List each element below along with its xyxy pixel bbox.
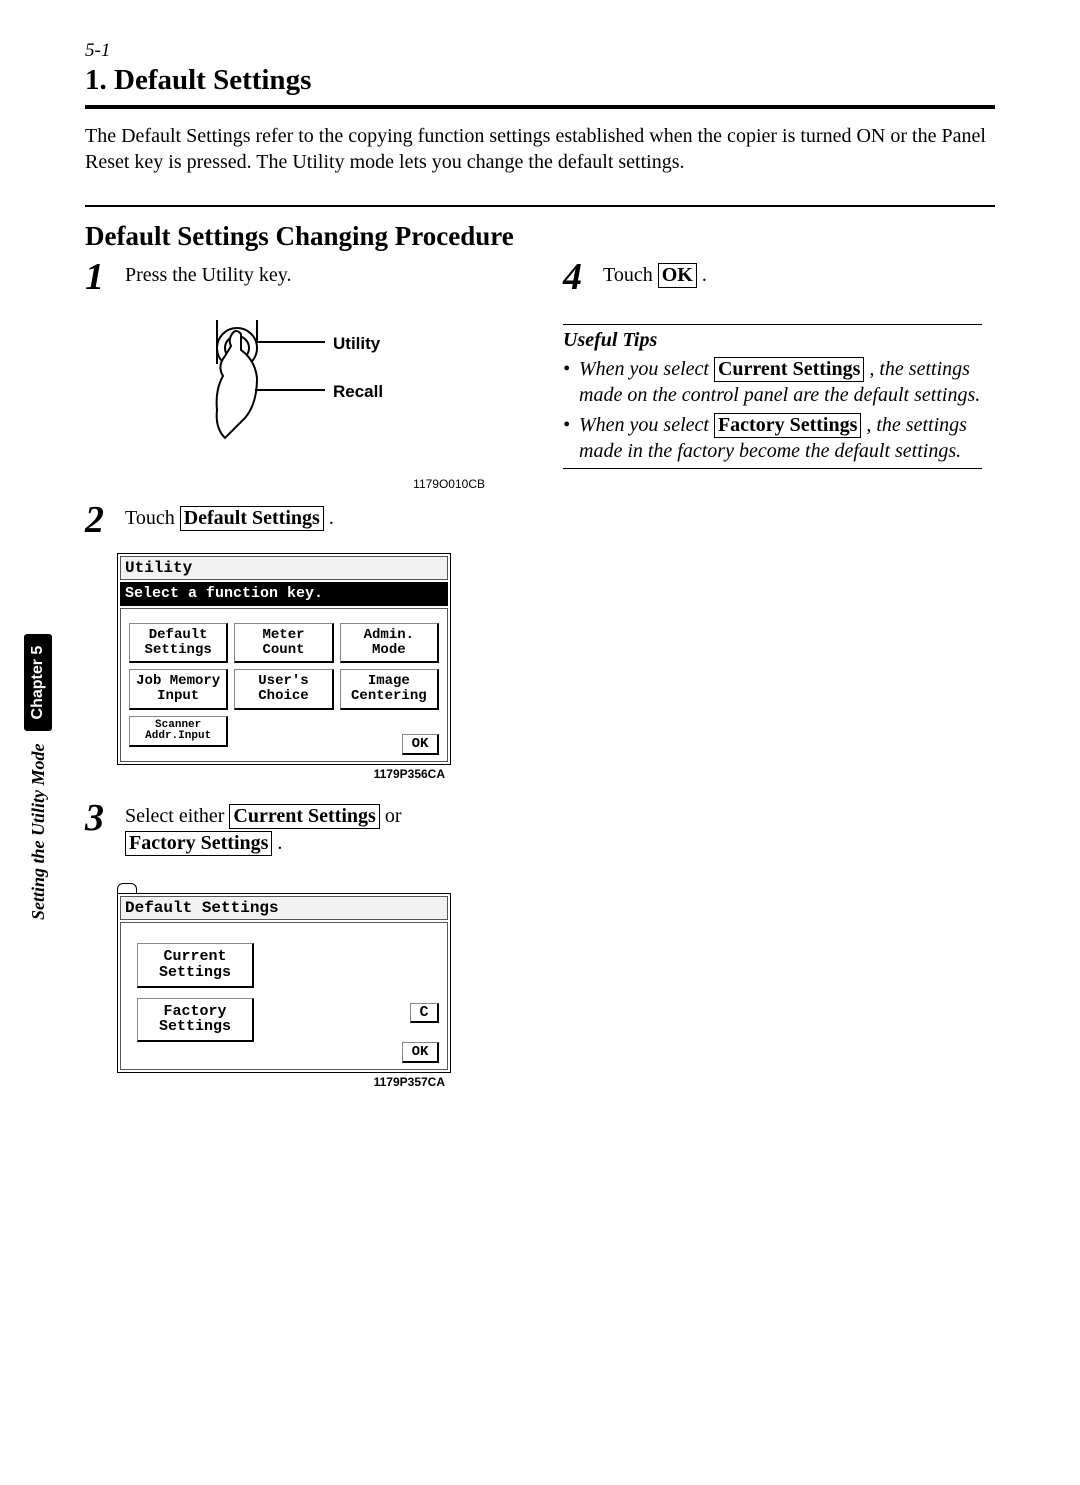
lcd-button-image-centering[interactable]: ImageCentering [340, 669, 439, 709]
factory-settings-box: Factory Settings [714, 413, 861, 438]
tips-rule-bottom [563, 468, 982, 469]
useful-tips-heading: Useful Tips [563, 329, 995, 352]
step-text-fragment: . [272, 832, 282, 854]
figure-code: 1179P356CA [117, 767, 445, 781]
lcd-button-meter-count[interactable]: MeterCount [234, 623, 333, 663]
page-title: 1. Default Settings [85, 64, 995, 97]
utility-key-illustration: Utility Recall [195, 320, 517, 475]
tip-text-fragment: When you select [579, 414, 714, 436]
side-tab-chapter: Chapter 5 [24, 634, 52, 732]
recall-label: Recall [333, 382, 383, 402]
step-text: Touch Default Settings . [125, 501, 334, 532]
step-text: Press the Utility key. [125, 258, 291, 289]
default-settings-box: Default Settings [180, 506, 324, 531]
figure-code: 1179P357CA [117, 1075, 445, 1089]
section-heading: Default Settings Changing Procedure [85, 221, 995, 252]
current-settings-box: Current Settings [229, 804, 379, 829]
tip-2: • When you select Factory Settings , the… [563, 412, 995, 464]
lcd-button-users-choice[interactable]: User'sChoice [234, 669, 333, 709]
step-number: 1 [85, 258, 113, 296]
step-number: 4 [563, 258, 591, 296]
lcd-tab [117, 883, 137, 894]
title-rule [85, 105, 995, 109]
utility-lcd-panel: Utility Select a function key. DefaultSe… [117, 553, 451, 781]
step-text-fragment: Select either [125, 805, 229, 827]
chapter-side-tab: Setting the Utility Mode Chapter 5 [24, 634, 52, 920]
step-number: 2 [85, 501, 113, 539]
lcd-ok-button[interactable]: OK [402, 1042, 439, 1063]
lcd-button-admin-mode[interactable]: Admin.Mode [340, 623, 439, 663]
lcd-ok-button[interactable]: OK [402, 734, 439, 755]
step-text-fragment: or [380, 805, 402, 827]
figure-code: 1179O010CB [85, 477, 485, 491]
step-text-fragment: Touch [125, 507, 180, 529]
lcd-button-default-settings[interactable]: DefaultSettings [129, 623, 228, 663]
step-text: Touch OK . [603, 258, 707, 289]
bullet-icon: • [563, 356, 570, 382]
bullet-icon: • [563, 412, 570, 438]
lcd-title: Default Settings [120, 896, 448, 920]
step-4: 4 Touch OK . [563, 258, 995, 296]
tip-text-fragment: When you select [579, 358, 714, 380]
step-1: 1 Press the Utility key. [85, 258, 517, 296]
factory-settings-box: Factory Settings [125, 831, 272, 856]
lcd-title: Utility [120, 556, 448, 580]
step-text: Select either Current Settings or Factor… [125, 799, 401, 857]
page-section-number: 5-1 [85, 40, 995, 62]
step-number: 3 [85, 799, 113, 837]
intro-paragraph: The Default Settings refer to the copyin… [85, 123, 995, 175]
step-3: 3 Select either Current Settings or Fact… [85, 799, 517, 857]
ok-box: OK [658, 263, 697, 288]
lcd-message: Select a function key. [120, 582, 448, 606]
lcd-button-job-memory-input[interactable]: Job MemoryInput [129, 669, 228, 709]
step-text-fragment: Touch [603, 264, 658, 286]
step-2: 2 Touch Default Settings . [85, 501, 517, 539]
lcd-button-scanner-addr-input[interactable]: ScannerAddr.Input [129, 716, 228, 747]
step-text-fragment: . [324, 507, 334, 529]
default-settings-lcd-panel: Default Settings CurrentSettings Factory… [117, 883, 451, 1089]
section-rule [85, 205, 995, 207]
side-tab-mode: Setting the Utility Mode [28, 743, 49, 920]
lcd-c-button[interactable]: C [410, 1003, 439, 1023]
tips-rule-top [563, 324, 982, 325]
step-text-fragment: . [697, 264, 707, 286]
current-settings-box: Current Settings [714, 357, 864, 382]
lcd-button-factory-settings[interactable]: FactorySettings [137, 998, 254, 1043]
lcd-button-current-settings[interactable]: CurrentSettings [137, 943, 254, 988]
utility-label: Utility [333, 334, 380, 354]
tip-1: • When you select Current Settings , the… [563, 356, 995, 408]
